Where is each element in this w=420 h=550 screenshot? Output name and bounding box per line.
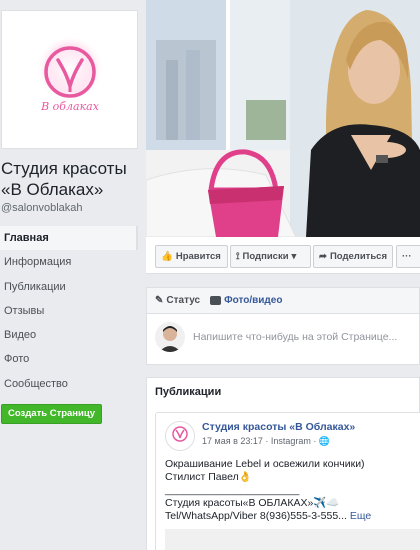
- salon-logo-icon: [172, 426, 188, 442]
- follow-button[interactable]: ⟟ Подписки ▾: [230, 245, 311, 268]
- user-avatar[interactable]: [155, 322, 185, 352]
- post-author-link[interactable]: Студия красоты «В Облаках»: [202, 421, 355, 433]
- like-button[interactable]: 👍 Нравится: [155, 245, 228, 268]
- salon-logo-icon: В облаках: [35, 37, 104, 113]
- page-title[interactable]: Студия красоты «В Облаках»: [1, 158, 141, 200]
- nav-item-home[interactable]: Главная: [0, 226, 138, 251]
- nav-item-videos[interactable]: Видео: [0, 323, 138, 347]
- page-handle[interactable]: @salonvoblakah: [1, 202, 83, 214]
- create-page-button[interactable]: Создать Страницу: [1, 404, 103, 424]
- cover-photo[interactable]: [146, 0, 420, 237]
- post-body: Окрашивание Lebel и освежили кончики) Ст…: [165, 458, 372, 522]
- page-navigation: Главная Информация Публикации Отзывы Вид…: [0, 226, 138, 396]
- rss-icon: ⟟: [236, 251, 240, 262]
- tab-photo-video[interactable]: Фото/видео: [210, 295, 282, 306]
- pencil-icon: ✎: [155, 295, 164, 306]
- nav-item-photos[interactable]: Фото: [0, 347, 138, 371]
- page-profile-picture[interactable]: В облаках: [1, 10, 138, 149]
- post-author-avatar[interactable]: [165, 421, 195, 451]
- post-card: Студия красоты «В Облаках» 17 мая в 23:1…: [155, 412, 420, 550]
- see-more-link[interactable]: Еще: [350, 510, 371, 522]
- composer-input[interactable]: Напишите что-нибудь на этой Странице...: [193, 331, 397, 343]
- chevron-down-icon: ▾: [291, 251, 297, 262]
- thumbs-up-icon: 👍: [161, 251, 173, 262]
- more-actions-button[interactable]: ···: [396, 245, 420, 268]
- cover-photo-image: [146, 0, 420, 237]
- camera-icon: [210, 296, 222, 305]
- share-arrow-icon: ➦: [319, 251, 327, 262]
- nav-item-posts[interactable]: Публикации: [0, 275, 138, 299]
- nav-item-community[interactable]: Сообщество: [0, 372, 138, 396]
- nav-item-reviews[interactable]: Отзывы: [0, 299, 138, 323]
- globe-icon: 🌐: [318, 436, 331, 446]
- share-button[interactable]: ➦ Поделиться: [313, 245, 393, 268]
- nav-item-info[interactable]: Информация: [0, 250, 138, 274]
- post-composer: ✎ Статус Фото/видео Напишите что-нибудь …: [146, 287, 420, 365]
- post-meta: 17 мая в 23:17 · Instagram · 🌐: [202, 436, 331, 446]
- post-image[interactable]: [165, 529, 420, 550]
- publications-section: Публикации Студия красоты «В Облаках» 17…: [146, 377, 420, 550]
- tab-status[interactable]: ✎ Статус: [155, 295, 200, 306]
- svg-text:В облаках: В облаках: [40, 100, 100, 113]
- publications-title: Публикации: [155, 386, 222, 398]
- page-actions-bar: 👍 Нравится ⟟ Подписки ▾ ➦ Поделиться ···: [146, 237, 420, 274]
